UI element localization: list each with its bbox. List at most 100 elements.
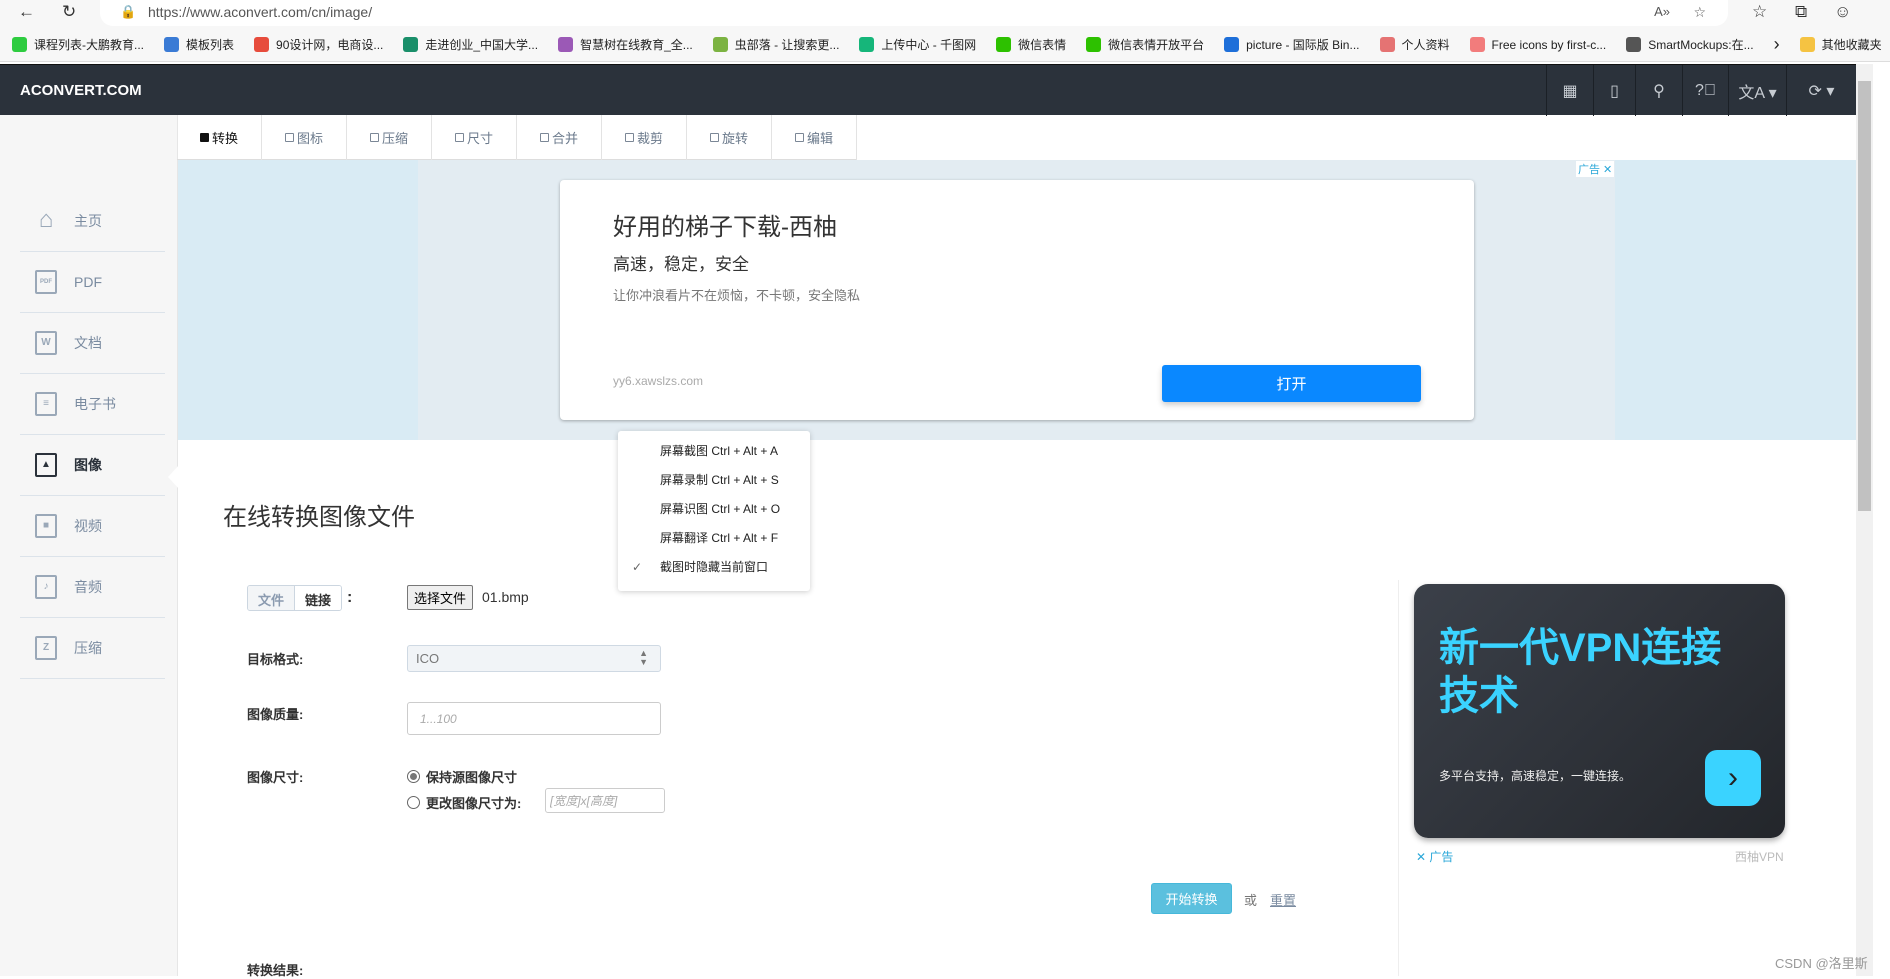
checkbox-icon xyxy=(369,133,379,142)
size-input[interactable] xyxy=(545,788,665,813)
vpn-ad[interactable]: 新一代VPN连接技术 多平台支持，高速稳定，一键连接。 › xyxy=(1414,584,1785,838)
home-icon: ⌂ xyxy=(38,206,54,233)
bookmark-label: Free icons by first-c... xyxy=(1491,37,1607,52)
bookmark-item[interactable]: 虫部落 - 让搜索更... xyxy=(712,36,839,53)
ebook-icon: ≡ xyxy=(35,392,57,416)
ad-subtitle: 高速，稳定，安全 xyxy=(613,255,749,274)
sidebar-item-4[interactable]: ▲ 图像 xyxy=(20,435,165,496)
apps-grid-icon[interactable]: ▦ xyxy=(1546,65,1593,116)
sidebar-item-7[interactable]: Z 压缩 xyxy=(20,618,165,679)
favorites-icon[interactable]: ☆ xyxy=(1752,2,1767,22)
sidebar-label: PDF xyxy=(74,274,102,290)
context-menu-item[interactable]: 屏幕录制 Ctrl + Alt + S xyxy=(618,466,810,495)
context-menu-item[interactable]: 屏幕截图 Ctrl + Alt + A xyxy=(618,437,810,466)
quality-label: 图像质量: xyxy=(247,707,304,722)
bookmark-item[interactable]: 微信表情 xyxy=(996,36,1066,53)
start-convert-button[interactable]: 开始转换 xyxy=(1151,883,1232,914)
ad-title: 好用的梯子下载-西柚 xyxy=(613,214,837,241)
bookmark-item[interactable]: 走进创业_中国大学... xyxy=(403,36,538,53)
ad-close-tag[interactable]: 广告 ✕ xyxy=(1576,161,1615,177)
sidebar-item-2[interactable]: W 文档 xyxy=(20,313,165,374)
choose-file-button[interactable]: 选择文件 xyxy=(407,585,474,610)
tab-7[interactable]: 编辑 xyxy=(772,115,857,160)
source-toggle: 文件 链接 xyxy=(247,585,343,611)
tab-5[interactable]: 裁剪 xyxy=(602,115,687,160)
change-size-radio[interactable]: 更改图像尺寸为: xyxy=(407,793,521,812)
tab-4[interactable]: 合并 xyxy=(517,115,602,160)
bookmark-label: 微信表情开放平台 xyxy=(1108,38,1205,52)
tab-1[interactable]: 图标 xyxy=(262,115,347,160)
bookmark-favicon-icon xyxy=(1379,37,1395,52)
back-icon[interactable]: ← xyxy=(18,2,35,22)
context-menu-item[interactable]: ✓ 截图时隐藏当前窗口 xyxy=(618,553,810,582)
address-bar[interactable]: 🔒 https://www.aconvert.com/cn/image/ A» … xyxy=(100,0,1728,26)
site-logo[interactable]: ACONVERT.COM xyxy=(20,82,142,99)
bookmark-label: 走进创业_中国大学... xyxy=(425,38,539,52)
reset-link[interactable]: 重置 xyxy=(1270,890,1296,909)
ad-card[interactable]: 好用的梯子下载-西柚 高速，稳定，安全 让你冲浪看片不在烦恼，不卡顿，安全隐私 … xyxy=(560,180,1474,420)
collections-icon[interactable]: ⧉ xyxy=(1795,2,1807,22)
bookmark-favicon-icon xyxy=(1626,37,1642,52)
chevron-right-icon[interactable]: › xyxy=(1705,750,1761,806)
video-icon: ■ xyxy=(35,514,57,538)
bookmark-item[interactable]: picture - 国际版 Bin... xyxy=(1224,36,1360,53)
keep-size-radio[interactable]: 保持源图像尺寸 xyxy=(407,767,517,786)
language-icon[interactable]: 文A ▾ xyxy=(1728,65,1786,116)
bookmark-item[interactable]: 个人资料 xyxy=(1379,36,1450,53)
bookmark-item[interactable]: 课程列表-大鹏教育... xyxy=(12,36,144,53)
refresh-icon[interactable]: ↻ xyxy=(62,2,76,22)
target-format-select[interactable]: ICO ▲ ▼ xyxy=(407,645,661,672)
tab-label: 合并 xyxy=(551,131,578,146)
context-menu-item[interactable]: 屏幕翻译 Ctrl + Alt + F xyxy=(618,524,810,553)
checkbox-icon xyxy=(709,133,719,142)
other-bookmarks-folder[interactable]: 其他收藏夹 xyxy=(1799,36,1882,53)
sidebar-label: 图像 xyxy=(74,457,102,473)
vpn-ad-close[interactable]: ✕ 广告 xyxy=(1416,848,1453,865)
site-header: ACONVERT.COM ▦ ▯ ⚲ ?⃝ 文A ▾ ⟳ ▾ xyxy=(0,64,1856,116)
tool-tabs: 转换 图标 压缩 尺寸 合并 裁剪 旋转 编辑 xyxy=(177,115,857,160)
tab-6[interactable]: 旋转 xyxy=(687,115,772,160)
bookmark-favicon-icon xyxy=(254,37,270,52)
quality-input[interactable] xyxy=(407,702,661,735)
tablet-icon[interactable]: ▯ xyxy=(1593,65,1635,116)
profile-avatar[interactable]: ☺ xyxy=(1834,2,1851,22)
bookmark-favicon-icon xyxy=(403,37,419,52)
tab-label: 转换 xyxy=(211,131,238,146)
tab-0[interactable]: 转换 xyxy=(177,115,262,160)
sidebar-item-3[interactable]: ≡ 电子书 xyxy=(20,374,165,435)
bookmark-item[interactable]: 90设计网，电商设... xyxy=(254,36,383,53)
bookmarks-overflow-icon[interactable]: › xyxy=(1774,34,1780,55)
context-menu-item[interactable]: 屏幕识图 Ctrl + Alt + O xyxy=(618,495,810,524)
bookmark-favicon-icon xyxy=(712,37,728,52)
sidebar-item-0[interactable]: ⌂ 主页 xyxy=(20,191,165,252)
url-text: https://www.aconvert.com/cn/image/ xyxy=(148,4,373,20)
tab-3[interactable]: 尺寸 xyxy=(432,115,517,160)
checkbox-icon xyxy=(624,133,634,142)
convert-menu-icon[interactable]: ⟳ ▾ xyxy=(1786,65,1856,116)
context-menu: 屏幕截图 Ctrl + Alt + A 屏幕录制 Ctrl + Alt + S 屏幕… xyxy=(618,431,810,591)
sidebar-item-1[interactable]: PDF PDF xyxy=(20,252,165,313)
bookmark-favicon-icon xyxy=(1224,37,1240,52)
bookmark-item[interactable]: 智慧树在线教育_全... xyxy=(558,36,693,53)
sidebar-item-5[interactable]: ■ 视频 xyxy=(20,496,165,557)
tab-2[interactable]: 压缩 xyxy=(347,115,432,160)
help-icon[interactable]: ?⃝ xyxy=(1682,65,1728,116)
vpn-ad-brand: 西柚VPN xyxy=(1735,850,1784,864)
sidebar-label: 电子书 xyxy=(74,396,116,412)
bookmark-item[interactable]: 上传中心 - 千图网 xyxy=(859,36,976,53)
sidebar-item-6[interactable]: ♪ 音频 xyxy=(20,557,165,618)
search-icon[interactable]: ⚲ xyxy=(1635,65,1682,116)
ad-open-button[interactable]: 打开 xyxy=(1162,365,1421,402)
bookmark-item[interactable]: 微信表情开放平台 xyxy=(1086,36,1204,53)
bookmark-favicon-icon xyxy=(1469,37,1485,52)
scrollbar-thumb[interactable] xyxy=(1858,81,1871,511)
source-link-tab[interactable]: 链接 xyxy=(295,586,342,610)
bookmark-item[interactable]: 模板列表 xyxy=(164,36,234,53)
add-favorite-icon[interactable]: ☆ xyxy=(1693,0,1706,24)
bookmark-item[interactable]: SmartMockups:在... xyxy=(1626,36,1754,53)
source-file-tab[interactable]: 文件 xyxy=(248,586,296,610)
scrollbar[interactable] xyxy=(1856,64,1873,976)
read-aloud-icon[interactable]: A» xyxy=(1654,0,1670,24)
sidebar-label: 压缩 xyxy=(74,640,102,656)
bookmark-item[interactable]: Free icons by first-c... xyxy=(1469,37,1607,52)
